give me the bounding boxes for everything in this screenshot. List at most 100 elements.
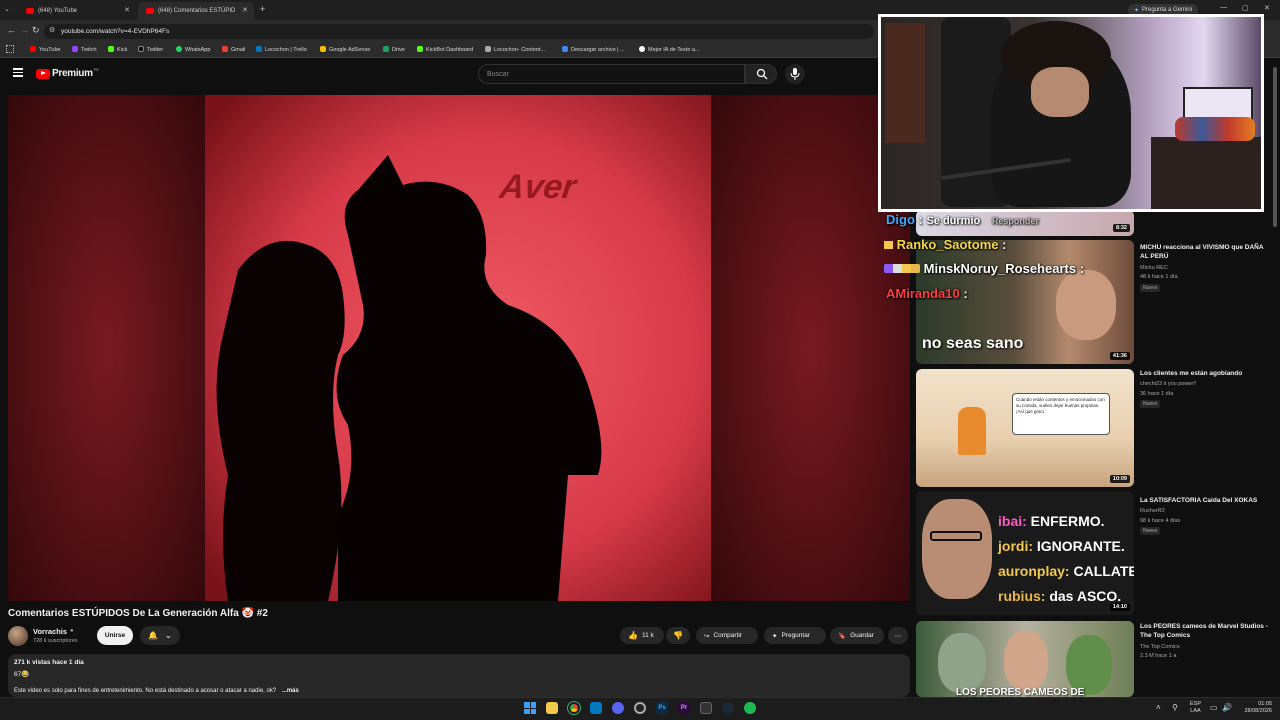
search-input[interactable]: Buscar — [478, 64, 745, 84]
sidebar-video-title[interactable]: Los PEORES cameos de Marvel Studios - Th… — [1140, 622, 1272, 640]
photoshop-icon[interactable]: Ps — [656, 702, 668, 714]
drive-icon — [383, 46, 389, 52]
sidebar-video-title[interactable]: La SATISFACTORIA Caída Del XOKAS — [1140, 496, 1272, 505]
x-icon — [138, 46, 144, 52]
new-tab-icon[interactable]: + — [260, 4, 265, 14]
save-button[interactable]: 🔖 Guardar — [830, 627, 884, 644]
bookmark-kickbot[interactable]: KickBot Dashboard — [417, 46, 473, 53]
file-explorer-icon[interactable] — [546, 702, 558, 714]
chat-message: AMiranda10 : — [886, 286, 968, 301]
dislike-button[interactable]: 👎 — [666, 627, 690, 644]
close-tab-icon[interactable]: ✕ — [124, 6, 130, 14]
view-stats: 271 k vistas hace 1 día — [14, 659, 84, 666]
bookmark-locochon-content[interactable]: Locochon- Content... — [485, 46, 545, 53]
figurines — [1175, 117, 1255, 141]
forward-icon[interactable]: → — [20, 25, 29, 35]
page-scrollbar[interactable] — [1272, 62, 1278, 622]
twitch-icon — [72, 46, 78, 52]
share-button[interactable]: ↪ Compartir — [696, 627, 758, 644]
voice-search-button[interactable] — [785, 64, 805, 84]
video-frame: Aver — [8, 95, 910, 601]
show-more-link[interactable]: ...más — [282, 688, 299, 694]
sidebar-video-thumbnail[interactable]: Cuando están contentos y emocionados con… — [916, 369, 1134, 487]
chrome-icon[interactable] — [567, 701, 581, 715]
ask-button[interactable]: ✦ Preguntar — [764, 627, 826, 644]
bookmark-whatsapp[interactable]: WhatsApp — [176, 46, 210, 53]
tray-icon[interactable]: ⚲ — [1172, 703, 1178, 712]
youtube-logo[interactable]: Premium PE — [36, 67, 99, 79]
search-button[interactable] — [745, 64, 777, 84]
windows-start-icon[interactable] — [524, 702, 536, 714]
back-icon[interactable]: ← — [7, 25, 16, 35]
youtube-favicon-icon — [146, 8, 154, 14]
video-player[interactable]: Aver — [8, 95, 910, 601]
sidebar-video-channel: The Top Comics — [1140, 644, 1180, 650]
tab-label: (648) Comentarios ESTÚPID — [158, 8, 236, 14]
sidebar-video-thumbnail[interactable]: LOS PEORES CAMEOS DE — [916, 621, 1134, 697]
sidebar-video-thumbnail[interactable]: no seas sano 41:36 — [916, 240, 1134, 364]
bookmark-twitter[interactable]: Twitter — [138, 46, 163, 53]
chevron-down-icon: ⌄ — [164, 631, 172, 640]
clock[interactable]: 01:05 28/08/2026 — [1236, 701, 1272, 715]
sidebar-video-title[interactable]: Los clientes me están agobiando — [1140, 369, 1272, 378]
reload-icon[interactable]: ↻ — [32, 25, 40, 36]
youtube-icon — [30, 46, 36, 52]
channel-name[interactable]: Vorrachis — [33, 627, 67, 636]
tab-current-video[interactable]: (648) Comentarios ESTÚPID ✕ — [138, 2, 254, 20]
tab-youtube-home[interactable]: (648) YouTube ✕ — [18, 2, 136, 20]
premiere-icon[interactable]: Pr — [678, 702, 690, 714]
character-face — [938, 633, 986, 693]
maximize-icon[interactable]: ▢ — [1242, 4, 1249, 12]
steam-icon[interactable] — [722, 702, 734, 714]
network-icon[interactable]: ▭ — [1210, 703, 1218, 712]
close-tab-icon[interactable]: ✕ — [242, 6, 248, 14]
sidebar-video-meta: 98 k hace 4 días — [1140, 518, 1181, 524]
more-actions-button[interactable]: ⋯ — [888, 627, 908, 644]
subscriber-count: 728 k suscriptores — [33, 638, 78, 644]
verified-icon: ● — [70, 628, 74, 634]
bookmark-twitch[interactable]: Twitch — [72, 46, 97, 53]
url-input[interactable]: ⚙ youtube.com/watch?v=4-EVDhP64Fs — [44, 24, 874, 39]
volume-icon[interactable]: 🔊 — [1222, 703, 1232, 712]
language-indicator[interactable]: ESP LAA — [1190, 701, 1201, 715]
subscribe-bell-button[interactable]: 🔔 ⌄ — [140, 626, 180, 645]
minimize-icon[interactable]: — — [1220, 4, 1227, 11]
bookmark-gmail[interactable]: Gmail — [222, 46, 245, 53]
bookmark-youtube[interactable]: YouTube — [30, 46, 61, 53]
face-thumbnail — [1056, 270, 1116, 340]
bookmark-descargar[interactable]: Descargar archivo | ... — [562, 46, 625, 53]
tab-list-icon[interactable]: ⌄ — [4, 5, 14, 15]
bookmark-drive[interactable]: Drive — [383, 46, 405, 53]
spotify-icon[interactable] — [744, 702, 756, 714]
trello-app-icon[interactable] — [590, 702, 602, 714]
join-button[interactable]: Unirse — [97, 626, 133, 645]
folder-icon — [485, 46, 491, 52]
sidebar-video-meta: 48 k hace 1 día — [1140, 274, 1178, 280]
close-window-icon[interactable]: ✕ — [1264, 4, 1270, 12]
bookmark-kick[interactable]: Kick — [108, 46, 127, 53]
bookmark-adsense[interactable]: Google AdSense — [320, 46, 370, 53]
chat-message: Ranko_Saotome : — [884, 237, 1006, 252]
whatsapp-icon — [176, 46, 182, 52]
reply-link: Responder — [991, 216, 1039, 226]
tray-chevron-icon[interactable]: ˄ — [1156, 703, 1161, 712]
terminal-icon[interactable] — [700, 702, 712, 714]
site-info-icon[interactable]: ⚙ — [49, 26, 55, 34]
person-thumbnail — [922, 499, 992, 599]
discord-icon[interactable] — [612, 702, 624, 714]
speech-bubble: Cuando están contentos y emocionados con… — [1012, 393, 1110, 435]
language-layout: LAA — [1190, 708, 1201, 714]
obs-icon[interactable] — [634, 702, 646, 714]
character-face — [1066, 635, 1112, 695]
bookmark-trello[interactable]: Locochon | Trello — [256, 46, 307, 53]
apps-icon[interactable] — [6, 45, 14, 53]
bookmark-ia-texto[interactable]: Mejor IA de Texto a... — [639, 46, 700, 53]
like-button[interactable]: 👍 11 k — [620, 627, 664, 644]
kickbot-icon — [417, 46, 423, 52]
search-icon — [756, 68, 768, 80]
channel-avatar[interactable] — [8, 626, 28, 646]
language-code: ESP — [1190, 701, 1202, 707]
sidebar-video-thumbnail[interactable]: ibai: ENFERMO. jordi: IGNORANTE. auronpl… — [916, 491, 1134, 615]
menu-icon[interactable] — [13, 68, 23, 77]
sidebar-video-title[interactable]: MICHU reacciona al VIVISMO que DAÑA AL P… — [1140, 243, 1272, 261]
